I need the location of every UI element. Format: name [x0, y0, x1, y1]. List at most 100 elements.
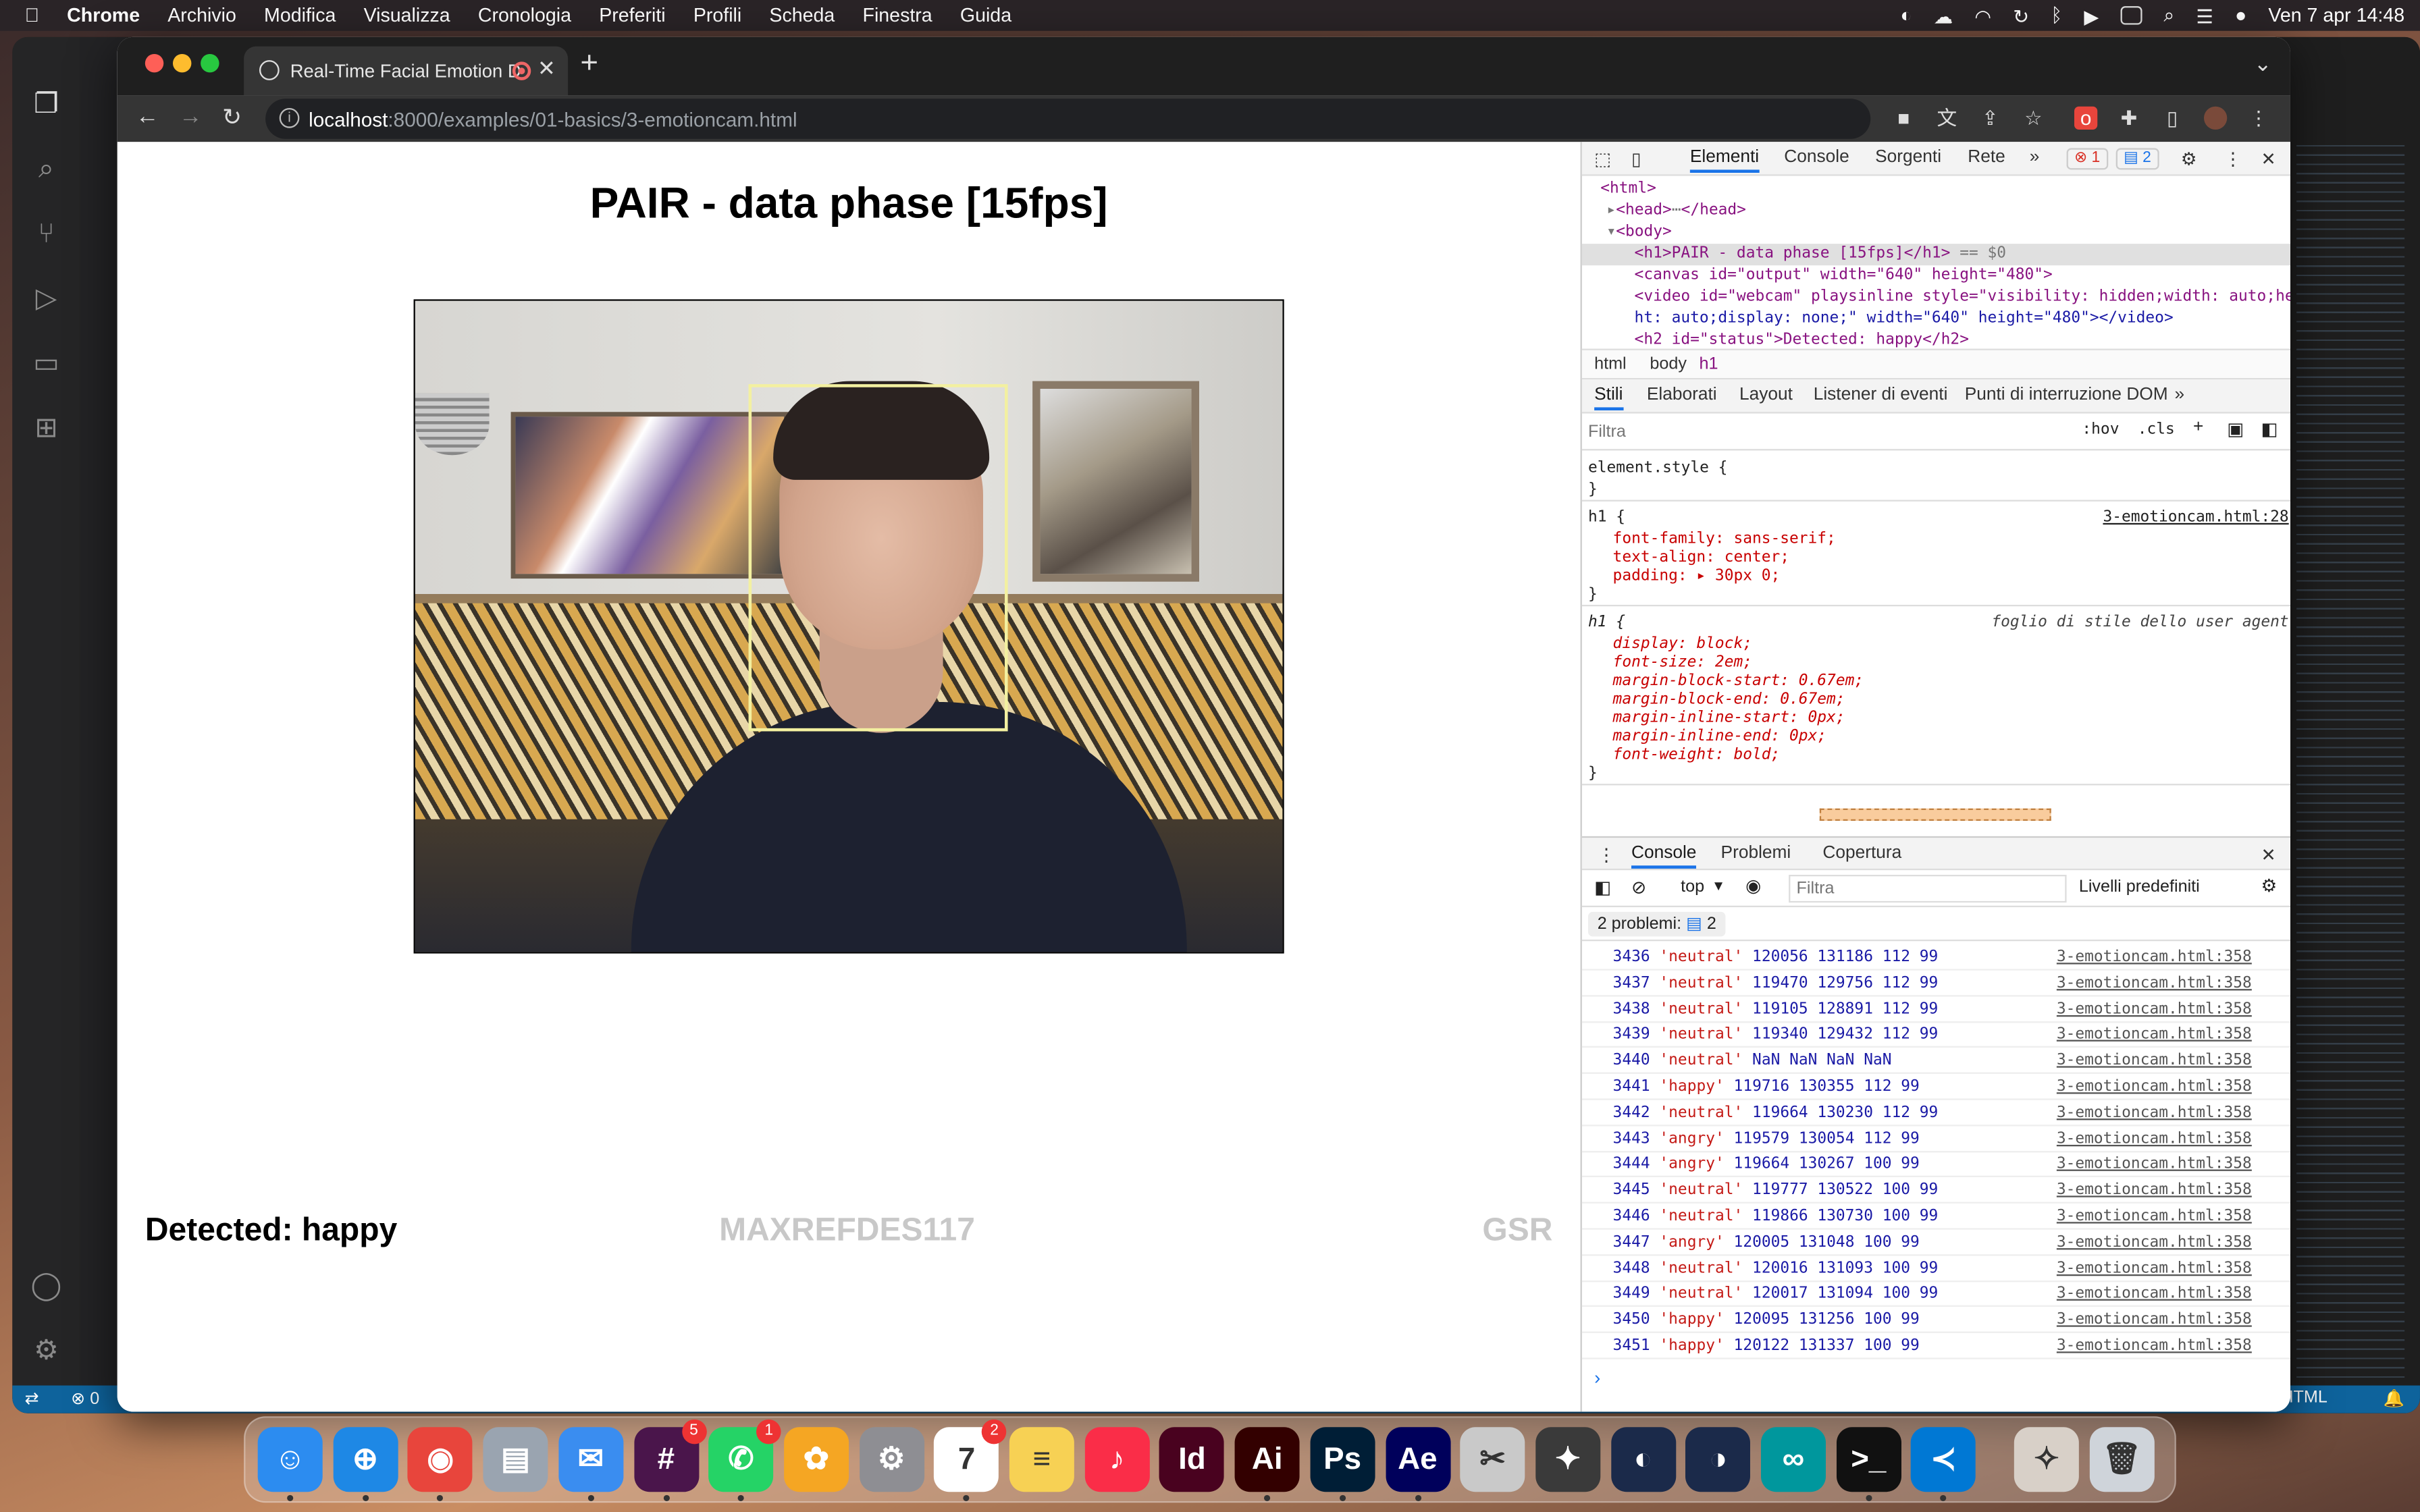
console-log-row[interactable]: 3439 'neutral' 119340 129432 112 99 3-emo… — [1581, 1022, 2290, 1048]
menu-scheda[interactable]: Scheda — [756, 5, 849, 26]
minimap[interactable] — [2296, 144, 2405, 1380]
dom-node-video-cont[interactable]: ht: auto;display: none;" width="640" hei… — [1582, 308, 2290, 330]
search-icon[interactable]: ⌕ — [29, 151, 63, 185]
dock-app-preview[interactable]: ▤ — [483, 1427, 548, 1492]
log-source-link[interactable]: 3-emotioncam.html:358 — [2057, 1048, 2252, 1074]
tab-rete[interactable]: Rete — [1968, 148, 2005, 166]
dom-node-head[interactable]: ▸<head>⋯</head> — [1582, 200, 2290, 222]
subtab-breakpoints[interactable]: Punti di interruzione DOM — [1965, 385, 2168, 404]
rule1-prop[interactable]: font-family: sans-serif; — [1613, 531, 1836, 549]
control-center-icon[interactable]: ☰ — [2196, 4, 2213, 27]
crumb-html[interactable]: html — [1594, 355, 1626, 373]
puzzle-icon[interactable]: ✚ — [2118, 107, 2140, 130]
menu-profili[interactable]: Profili — [679, 5, 756, 26]
element-style-selector[interactable]: element.style { — [1588, 460, 1727, 478]
add-rule-icon[interactable]: + — [2193, 418, 2203, 436]
explorer-icon[interactable]: ❐ — [29, 86, 63, 120]
siri-icon[interactable]: ● — [2235, 5, 2246, 26]
share-icon[interactable]: ⇪ — [1978, 107, 2001, 130]
crumb-h1[interactable]: h1 — [1700, 355, 1718, 373]
rule2-prop[interactable]: margin-inline-start: 0px; — [1613, 709, 1845, 728]
console-log-row[interactable]: 3442 'neutral' 119664 130230 112 99 3-emo… — [1581, 1100, 2290, 1127]
subtab-listener[interactable]: Listener di eventi — [1814, 385, 1948, 404]
menu-app-name[interactable]: Chrome — [53, 5, 154, 26]
log-source-link[interactable]: 3-emotioncam.html:358 — [2057, 1074, 2252, 1100]
dock-app-finder[interactable]: ☺ — [257, 1427, 323, 1501]
more-tabs-icon[interactable]: » — [2030, 148, 2040, 166]
console-log-row[interactable]: 3446 'neutral' 119866 130730 100 99 3-emo… — [1581, 1204, 2290, 1230]
wifi-icon[interactable]: ◠ — [1974, 4, 1991, 27]
bluetooth-icon[interactable]: ᛒ — [2051, 5, 2062, 26]
log-source-link[interactable]: 3-emotioncam.html:358 — [2057, 1152, 2252, 1178]
dock-app-photos[interactable]: ✿ — [783, 1427, 849, 1492]
dock-app-slack[interactable]: #5 — [633, 1419, 706, 1501]
menu-clock[interactable]: Ven 7 apr 14:48 — [2268, 5, 2404, 26]
status-errors[interactable]: ⊗ 0 — [71, 1388, 99, 1408]
expand-arrow-icon[interactable]: ▸ — [1606, 202, 1616, 219]
close-drawer-icon[interactable]: ✕ — [2261, 844, 2276, 865]
browser-tab[interactable]: Real-Time Facial Emotion D ✕ — [244, 46, 569, 96]
dom-node-canvas[interactable]: <canvas id="output" width="640" height="… — [1582, 265, 2290, 287]
subtab-elaborati[interactable]: Elaborati — [1647, 385, 1717, 404]
drawer-tab-console[interactable]: Console — [1631, 844, 1697, 869]
dock-app-terminal[interactable]: >_ — [1836, 1427, 1901, 1501]
log-source-link[interactable]: 3-emotioncam.html:358 — [2057, 1229, 2252, 1256]
inspect-icon[interactable]: ⬚ — [1594, 148, 1611, 169]
kebab-menu-icon[interactable]: ⋮ — [2247, 107, 2270, 130]
error-badge[interactable]: ⊗ 1 — [2066, 148, 2108, 170]
log-source-link[interactable]: 3-emotioncam.html:358 — [2057, 1256, 2252, 1282]
log-source-link[interactable]: 3-emotioncam.html:358 — [2057, 996, 2252, 1023]
run-debug-icon[interactable]: ▷ — [29, 281, 63, 315]
log-source-link[interactable]: 3-emotioncam.html:358 — [2057, 1177, 2252, 1204]
extensions-icon[interactable]: ⊞ — [29, 410, 63, 444]
console-prompt-icon[interactable]: › — [1594, 1367, 1600, 1388]
chevron-down-icon[interactable]: ▼ — [1712, 878, 1725, 894]
device-toolbar-icon[interactable]: ▯ — [1631, 148, 1641, 169]
console-log-row[interactable]: 3447 'angry' 120005 131048 100 99 3-emoti… — [1581, 1229, 2290, 1256]
dom-node-html[interactable]: <html> — [1582, 179, 2290, 200]
more-subtabs-icon[interactable]: » — [2175, 385, 2185, 404]
drawer-menu-icon[interactable]: ⋮ — [1598, 844, 1615, 865]
rule1-source-link[interactable]: 3-emotioncam.html:28 — [2103, 509, 2288, 527]
dock-app-indesign[interactable]: Id — [1159, 1427, 1225, 1492]
log-source-link[interactable]: 3-emotioncam.html:358 — [2057, 1333, 2252, 1359]
rule2-prop[interactable]: margin-inline-end: 0px; — [1613, 728, 1827, 747]
dock-app-notes[interactable]: ≡ — [1009, 1427, 1074, 1492]
message-badge[interactable]: ▤ 2 — [2115, 148, 2159, 170]
console-log-row[interactable]: 3445 'neutral' 119777 130522 100 99 3-emo… — [1581, 1177, 2290, 1204]
cls-toggle[interactable]: .cls — [2138, 421, 2175, 438]
eye-icon[interactable]: ◉ — [1745, 875, 1761, 896]
dom-node-h1-selected[interactable]: <h1>PAIR - data phase [15fps]</h1> == $0 — [1581, 244, 2290, 266]
rule2-prop[interactable]: font-weight: bold; — [1613, 747, 1781, 765]
zoom-window-button[interactable] — [201, 53, 219, 73]
console-log-row[interactable]: 3450 'happy' 120095 131256 100 99 3-emoti… — [1581, 1307, 2290, 1334]
close-devtools-icon[interactable]: ✕ — [2261, 148, 2276, 169]
profile-avatar[interactable] — [2203, 106, 2228, 130]
hov-toggle[interactable]: :hov — [2082, 421, 2119, 438]
subtab-stili[interactable]: Stili — [1594, 385, 1623, 410]
extension-icon[interactable]: o — [2074, 106, 2098, 130]
styles-filter-input[interactable] — [1587, 418, 2067, 446]
translate-icon[interactable]: 文 — [1935, 107, 1958, 130]
rule2-prop[interactable]: display: block; — [1613, 636, 1752, 654]
context-select[interactable]: top — [1681, 878, 1704, 896]
log-source-link[interactable]: 3-emotioncam.html:358 — [2057, 1022, 2252, 1048]
minimize-window-button[interactable] — [172, 53, 192, 73]
remote-icon[interactable]: ⇄ — [25, 1388, 39, 1408]
kebab-menu-icon[interactable]: ⋮ — [2224, 148, 2242, 169]
tab-sorgenti[interactable]: Sorgenti — [1875, 148, 1941, 166]
rule2-prop[interactable]: margin-block-end: 0.67em; — [1613, 691, 1845, 709]
problems-button[interactable]: 2 problemi: ▤ 2 — [1587, 911, 1726, 937]
log-source-link[interactable]: 3-emotioncam.html:358 — [2057, 944, 2252, 971]
dom-node-video[interactable]: <video id="webcam" playsinline style="vi… — [1582, 287, 2290, 308]
dock-app-preview-tool[interactable]: ✂ — [1460, 1427, 1525, 1492]
drawer-tab-problemi[interactable]: Problemi — [1721, 844, 1791, 862]
creative-cloud-icon[interactable]: ☁ — [1934, 4, 1953, 27]
time-machine-icon[interactable]: ↻ — [2013, 4, 2029, 27]
menu-finestra[interactable]: Finestra — [849, 5, 946, 26]
dock-app-whatsapp[interactable]: ✆ 1 — [708, 1419, 781, 1501]
dock-app-davinci[interactable]: ✦ — [1535, 1427, 1601, 1492]
back-button[interactable]: ← — [136, 103, 159, 130]
address-bar[interactable]: i localhost:8000/examples/01-basics/3-em… — [265, 99, 1871, 139]
clear-console-icon[interactable]: ⊘ — [1631, 876, 1646, 898]
